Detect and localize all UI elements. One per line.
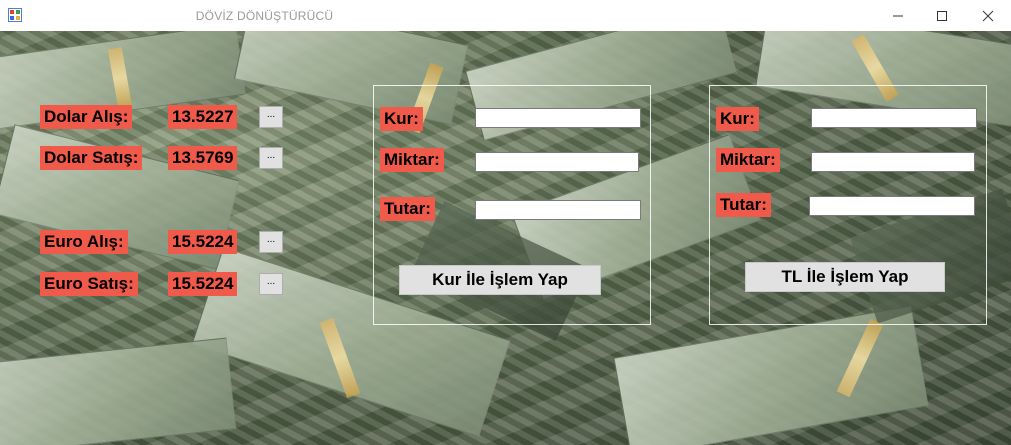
tl-panel-miktar-input[interactable] [811,152,975,172]
tl-panel-kur-input[interactable] [811,108,977,128]
euro-sell-label: Euro Satış: [40,272,138,296]
dollar-sell-label: Dolar Satış: [40,146,143,170]
euro-buy-value: 15.5224 [168,230,238,254]
maximize-icon [937,10,947,21]
dollar-sell-value: 13.5769 [168,146,238,170]
euro-buy-refresh-button[interactable]: ... [259,231,283,253]
tl-panel-tutar-input[interactable] [809,196,975,216]
kur-panel-tutar-input[interactable] [475,200,641,220]
minimize-icon [893,15,903,16]
minimize-button[interactable] [875,0,921,31]
tl-panel-kur-label: Kur: [716,107,759,131]
dollar-buy-label: Dolar Alış: [40,105,133,129]
tl-panel-miktar-label: Miktar: [716,148,780,172]
dollar-buy-refresh-button[interactable]: ... [259,106,283,128]
form-background: Dolar Alış: 13.5227 ... Dolar Satış: 13.… [0,31,1011,445]
kur-panel-kur-input[interactable] [475,108,641,128]
euro-buy-label: Euro Alış: [40,230,128,254]
euro-sell-refresh-button[interactable]: ... [259,273,283,295]
kur-panel-kur-label: Kur: [380,107,423,131]
kur-ile-islem-yap-button[interactable]: Kur İle İşlem Yap [399,265,601,295]
close-icon [982,10,994,21]
kur-panel-miktar-input[interactable] [475,152,639,172]
dollar-sell-refresh-button[interactable]: ... [259,147,283,169]
background-bill [0,337,237,445]
tl-ile-islem-yap-button[interactable]: TL İle İşlem Yap [745,262,945,292]
kur-panel-miktar-label: Miktar: [380,148,444,172]
title-bar: DÖVİZ DÖNÜŞTÜRÜCÜ [0,0,1011,31]
kur-panel-tutar-label: Tutar: [380,197,435,221]
close-button[interactable] [965,0,1011,31]
euro-sell-value: 15.5224 [168,272,238,296]
tl-panel-tutar-label: Tutar: [716,193,771,217]
dollar-buy-value: 13.5227 [168,105,238,129]
maximize-button[interactable] [919,0,965,31]
window-title: DÖVİZ DÖNÜŞTÜRÜCÜ [195,9,334,23]
